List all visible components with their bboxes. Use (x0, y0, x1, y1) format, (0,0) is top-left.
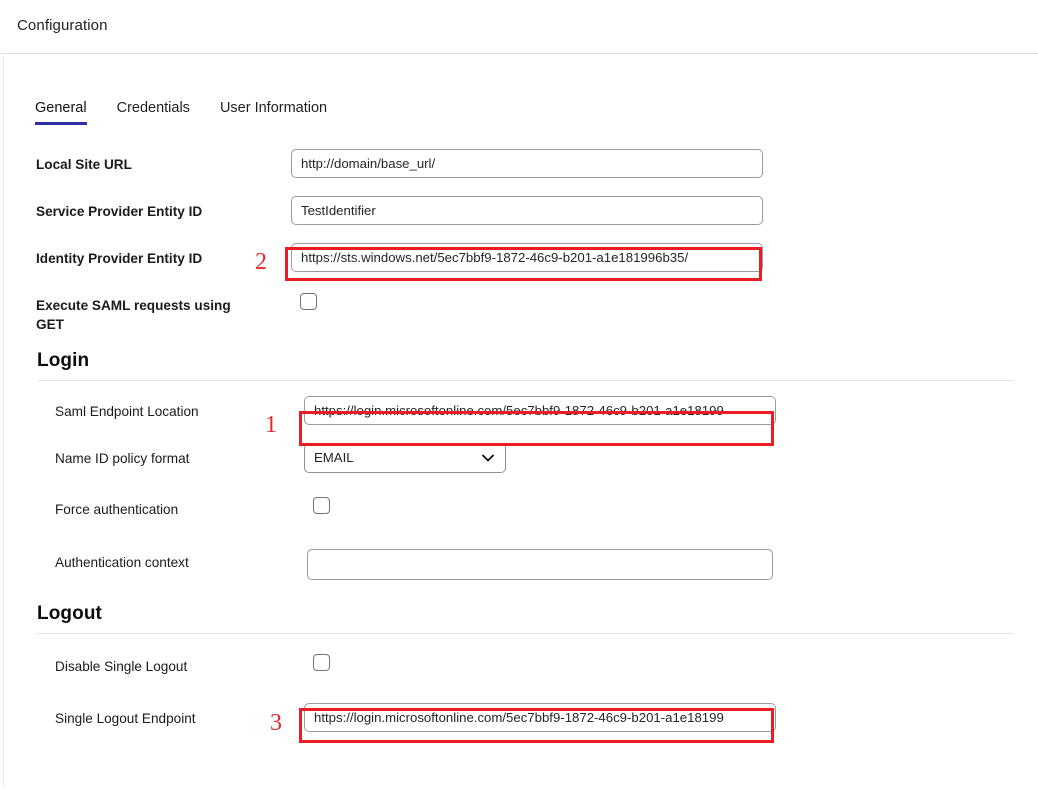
row-force-authentication: Force authentication (4, 490, 1038, 543)
row-idp-entity-id: Identity Provider Entity ID https://sts.… (4, 239, 1038, 286)
tab-user-information[interactable]: User Information (220, 100, 327, 125)
label-force-authentication: Force authentication (55, 502, 179, 517)
label-local-site-url: Local Site URL (36, 157, 132, 172)
local-site-url-input[interactable]: http://domain/base_url/ (291, 149, 763, 178)
row-sp-entity-id: Service Provider Entity ID TestIdentifie… (4, 192, 1038, 239)
label-authentication-context: Authentication context (55, 555, 189, 570)
logout-section-header: Logout (4, 603, 1038, 647)
name-id-policy-value: EMAIL (314, 450, 354, 465)
general-form: Local Site URL http://domain/base_url/ S… (4, 145, 1038, 746)
single-logout-endpoint-input[interactable]: https://login.microsoftonline.com/5ec7bb… (304, 703, 776, 732)
execute-saml-get-checkbox[interactable] (300, 293, 317, 310)
annotation-number-3: 3 (270, 710, 282, 736)
idp-entity-id-input[interactable]: https://sts.windows.net/5ec7bbf9-1872-46… (291, 243, 763, 272)
row-single-logout-endpoint: Single Logout Endpoint https://login.mic… (4, 699, 1038, 746)
authentication-context-input[interactable] (307, 549, 773, 580)
label-disable-single-logout: Disable Single Logout (55, 659, 188, 674)
saml-endpoint-input[interactable]: https://login.microsoftonline.com/5ec7bb… (304, 396, 776, 425)
label-single-logout-endpoint: Single Logout Endpoint (55, 711, 196, 726)
row-execute-saml-get: Execute SAML requests using GET (4, 286, 1038, 344)
label-execute-saml-get: Execute SAML requests using GET (36, 298, 231, 332)
login-section-header: Login (4, 350, 1038, 392)
row-name-id-policy: Name ID policy format EMAIL (4, 439, 1038, 490)
row-local-site-url: Local Site URL http://domain/base_url/ (4, 145, 1038, 192)
logout-section-divider (37, 633, 1014, 634)
logout-section-title: Logout (37, 603, 102, 624)
label-idp-entity-id: Identity Provider Entity ID (36, 251, 203, 266)
force-authentication-checkbox[interactable] (313, 497, 330, 514)
label-sp-entity-id: Service Provider Entity ID (36, 204, 203, 219)
row-authentication-context: Authentication context (4, 543, 1038, 597)
login-section-divider (37, 380, 1014, 381)
header-bar: Configuration (0, 0, 1038, 54)
sp-entity-id-input[interactable]: TestIdentifier (291, 196, 763, 225)
tab-bar: General Credentials User Information (35, 100, 357, 125)
content-panel: General Credentials User Information Loc… (3, 55, 1038, 786)
page-title: Configuration (17, 17, 108, 34)
annotation-number-2: 2 (255, 249, 267, 275)
label-saml-endpoint: Saml Endpoint Location (55, 404, 199, 419)
name-id-policy-select[interactable]: EMAIL (304, 443, 506, 473)
disable-single-logout-checkbox[interactable] (313, 654, 330, 671)
row-saml-endpoint: Saml Endpoint Location https://login.mic… (4, 392, 1038, 439)
label-name-id-policy: Name ID policy format (55, 451, 190, 466)
chevron-down-icon (482, 444, 494, 472)
tab-credentials[interactable]: Credentials (117, 100, 190, 125)
annotation-number-1: 1 (265, 412, 277, 438)
tab-general[interactable]: General (35, 100, 87, 125)
login-section-title: Login (37, 350, 90, 371)
row-disable-single-logout: Disable Single Logout (4, 647, 1038, 699)
configuration-page: Configuration General Credentials User I… (0, 0, 1038, 792)
